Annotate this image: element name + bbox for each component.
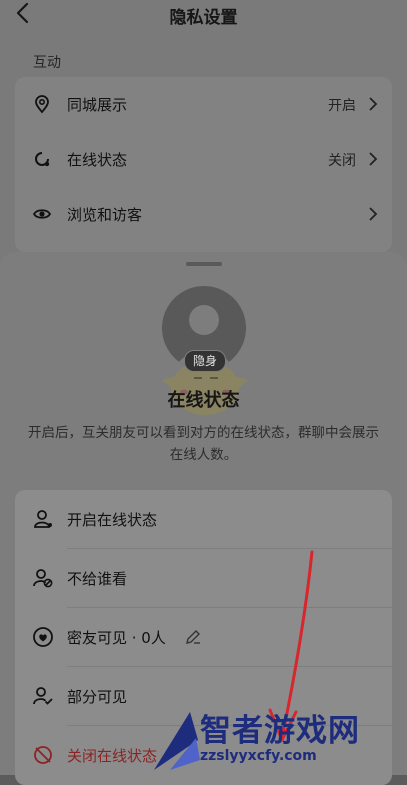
watermark-title: 智者游戏网 <box>200 713 360 749</box>
sheet-drag-handle[interactable] <box>185 262 222 266</box>
option-enable-online-status[interactable]: 开启在线状态 <box>15 490 392 548</box>
online-status-sheet: 隐身 在线状态 开启后，互关朋友可以看到对方的在线状态，群聊中会展示在线人数。 … <box>0 252 407 785</box>
option-label: 开启在线状态 <box>67 511 158 529</box>
settings-card: 同城展示 开启 在线状态 关闭 浏览和访客 <box>15 77 392 252</box>
location-pin-icon <box>35 95 49 114</box>
incognito-badge: 隐身 <box>184 350 226 372</box>
setting-value: 开启 <box>328 98 356 114</box>
chevron-right-icon <box>369 97 378 111</box>
online-status-icon <box>35 152 50 167</box>
option-close-friends-visible[interactable]: 密友可见 · 0人 <box>15 608 392 666</box>
setting-row-online-status[interactable]: 在线状态 关闭 <box>15 132 392 186</box>
option-label: 密友可见 · 0人 <box>67 629 166 647</box>
eye-icon <box>32 209 52 219</box>
sheet-title: 在线状态 <box>167 390 240 411</box>
chevron-right-icon <box>369 207 378 221</box>
page-title: 隐私设置 <box>169 8 238 28</box>
user-icon <box>34 510 52 528</box>
offline-icon <box>34 746 52 764</box>
option-label: 不给谁看 <box>67 570 128 588</box>
edit-pencil-icon[interactable] <box>184 628 202 646</box>
setting-label: 在线状态 <box>67 151 128 169</box>
option-label: 部分可见 <box>67 688 128 706</box>
setting-value: 关闭 <box>328 153 356 169</box>
sheet-description: 开启后，互关朋友可以看到对方的在线状态，群聊中会展示在线人数。 <box>28 425 379 463</box>
option-hide-from[interactable]: 不给谁看 <box>15 549 392 607</box>
watermark-url: zzslyyxcfy.com <box>200 748 317 764</box>
option-label: 关闭在线状态 <box>67 747 158 765</box>
setting-row-nearby[interactable]: 同城展示 开启 <box>15 77 392 131</box>
nav-bar: 隐私设置 <box>0 0 407 30</box>
user-check-icon <box>33 687 53 705</box>
user-block-icon <box>33 569 53 588</box>
chevron-right-icon <box>369 152 378 166</box>
setting-label: 同城展示 <box>67 96 128 114</box>
setting-row-browse-visitors[interactable]: 浏览和访客 <box>15 187 392 241</box>
heart-icon <box>33 627 53 647</box>
setting-label: 浏览和访客 <box>67 206 143 224</box>
section-label-interaction: 互动 <box>33 55 61 71</box>
